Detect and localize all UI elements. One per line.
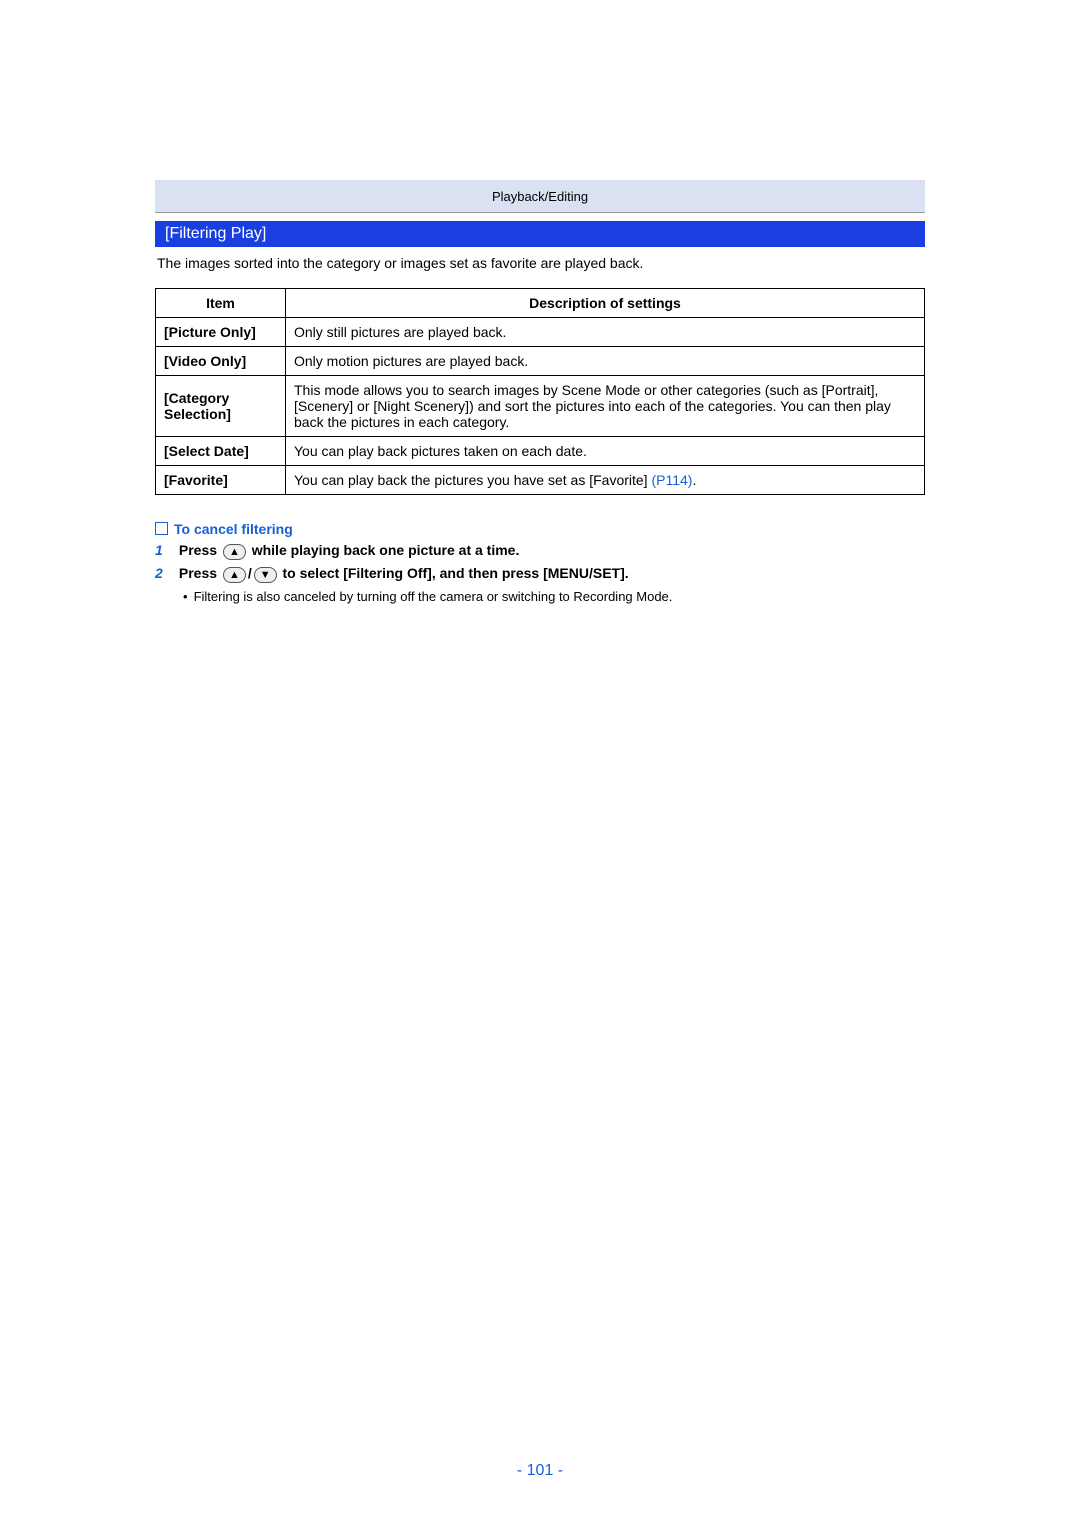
down-button-icon: ▼ [254, 567, 277, 583]
row-desc: This mode allows you to search images by… [286, 376, 925, 437]
row-desc: You can play back the pictures you have … [286, 466, 925, 495]
page-number: - 101 - [0, 1462, 1080, 1480]
filter-options-table: Item Description of settings [Picture On… [155, 288, 925, 495]
table-row: [Picture Only] Only still pictures are p… [156, 318, 925, 347]
table-row: [Favorite] You can play back the picture… [156, 466, 925, 495]
step-text: Press ▲/▼ to select [Filtering Off], and… [179, 565, 629, 581]
step-number: 2 [155, 563, 175, 584]
table-row: [Select Date] You can play back pictures… [156, 437, 925, 466]
up-button-icon: ▲ [223, 544, 246, 560]
col-header-item: Item [156, 289, 286, 318]
step-number: 1 [155, 540, 175, 561]
step-item: 1 Press ▲ while playing back one picture… [155, 539, 925, 562]
row-desc: You can play back pictures taken on each… [286, 437, 925, 466]
step-text-mid: / [248, 565, 252, 581]
bullet-box-icon [155, 522, 168, 535]
cancel-heading-text: To cancel filtering [174, 521, 293, 537]
row-label: [Category Selection] [156, 376, 286, 437]
desc-post: . [692, 472, 696, 488]
step-item: 2 Press ▲/▼ to select [Filtering Off], a… [155, 562, 925, 585]
page-title: [Filtering Play] [155, 221, 925, 247]
table-row: [Video Only] Only motion pictures are pl… [156, 347, 925, 376]
desc-pre: You can play back the pictures you have … [294, 472, 651, 488]
cancel-heading: To cancel filtering [155, 521, 925, 537]
section-name: Playback/Editing [492, 189, 588, 204]
title-text: [Filtering Play] [165, 225, 266, 243]
row-label: [Select Date] [156, 437, 286, 466]
up-button-icon: ▲ [223, 567, 246, 583]
steps-list: 1 Press ▲ while playing back one picture… [155, 539, 925, 585]
row-desc: Only still pictures are played back. [286, 318, 925, 347]
col-header-desc: Description of settings [286, 289, 925, 318]
table-row: [Category Selection] This mode allows yo… [156, 376, 925, 437]
step-text-post: while playing back one picture at a time… [248, 542, 520, 558]
page-ref-link[interactable]: (P114) [651, 472, 692, 488]
row-desc: Only motion pictures are played back. [286, 347, 925, 376]
intro-text: The images sorted into the category or i… [155, 247, 925, 284]
step-text-pre: Press [179, 542, 221, 558]
table-header-row: Item Description of settings [156, 289, 925, 318]
note-text: Filtering is also canceled by turning of… [183, 585, 925, 607]
row-label: [Favorite] [156, 466, 286, 495]
section-header: Playback/Editing [155, 180, 925, 213]
step-text-pre: Press [179, 565, 221, 581]
row-label: [Picture Only] [156, 318, 286, 347]
step-text: Press ▲ while playing back one picture a… [179, 542, 519, 558]
row-label: [Video Only] [156, 347, 286, 376]
step-text-post: to select [Filtering Off], and then pres… [279, 565, 629, 581]
